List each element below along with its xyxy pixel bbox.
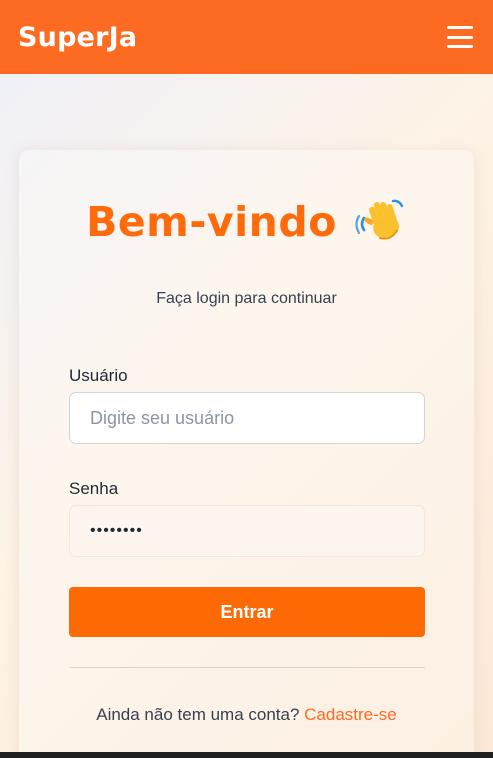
signup-prompt: Ainda não tem uma conta? (96, 705, 300, 724)
bottom-edge (0, 752, 493, 758)
hamburger-menu-icon[interactable] (447, 26, 473, 48)
page-title: Bem-vindo (86, 198, 337, 246)
welcome-heading: Bem-vindo (0, 196, 493, 248)
brand-logo[interactable]: SuperJa (18, 22, 137, 53)
username-label: Usuário (69, 366, 128, 385)
login-button[interactable]: Entrar (69, 587, 425, 637)
divider (69, 667, 425, 668)
username-input[interactable] (69, 392, 425, 444)
signup-link[interactable]: Cadastre-se (304, 705, 397, 724)
navbar: SuperJa (0, 0, 493, 74)
password-label: Senha (69, 479, 119, 498)
signup-row: Ainda não tem uma conta? Cadastre-se (0, 705, 493, 725)
password-input[interactable] (69, 505, 425, 557)
login-subtitle: Faça login para continuar (156, 290, 337, 307)
waving-hand-icon (355, 199, 404, 240)
